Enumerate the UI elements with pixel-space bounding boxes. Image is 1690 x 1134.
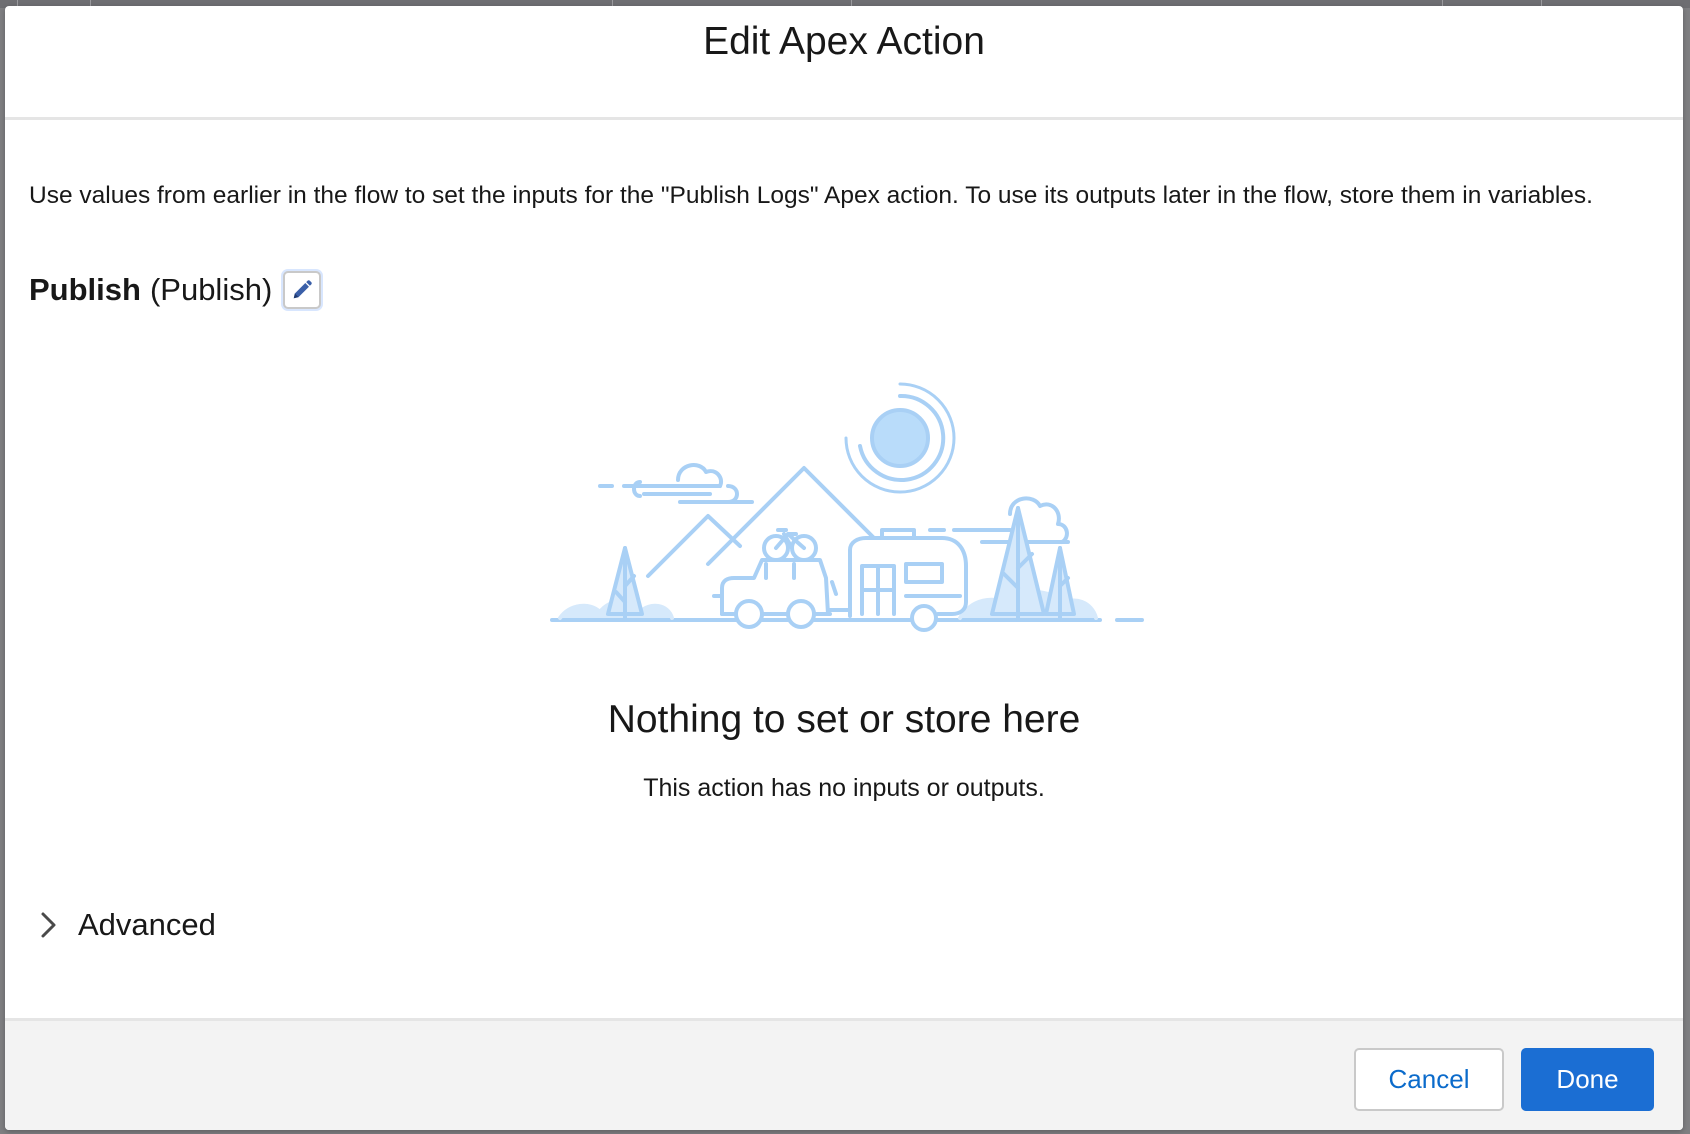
done-button[interactable]: Done (1521, 1048, 1654, 1111)
modal-header: Edit Apex Action (5, 6, 1683, 120)
action-api-name: (Publish) (149, 272, 273, 307)
modal-description: Use values from earlier in the flow to s… (29, 182, 1593, 209)
modal-title: Edit Apex Action (703, 20, 985, 64)
empty-state-title: Nothing to set or store here (607, 698, 1081, 741)
modal-body: Use values from earlier in the flow to s… (5, 120, 1683, 1018)
empty-state-subtitle: This action has no inputs or outputs. (643, 774, 1045, 802)
modal-footer: Cancel Done (5, 1018, 1683, 1130)
action-label: Publish (Publish) (29, 270, 322, 310)
cancel-button[interactable]: Cancel (1354, 1048, 1504, 1111)
chevron-right-icon (33, 910, 63, 940)
camping-trailer-illustration (550, 382, 1144, 632)
advanced-label: Advanced (78, 907, 216, 942)
action-name: Publish (29, 272, 141, 307)
advanced-section-toggle[interactable]: Advanced (33, 900, 216, 950)
edit-apex-action-modal: Edit Apex Action Use values from earlier… (5, 6, 1683, 1130)
pencil-icon (294, 280, 313, 299)
edit-action-button[interactable] (283, 271, 322, 309)
